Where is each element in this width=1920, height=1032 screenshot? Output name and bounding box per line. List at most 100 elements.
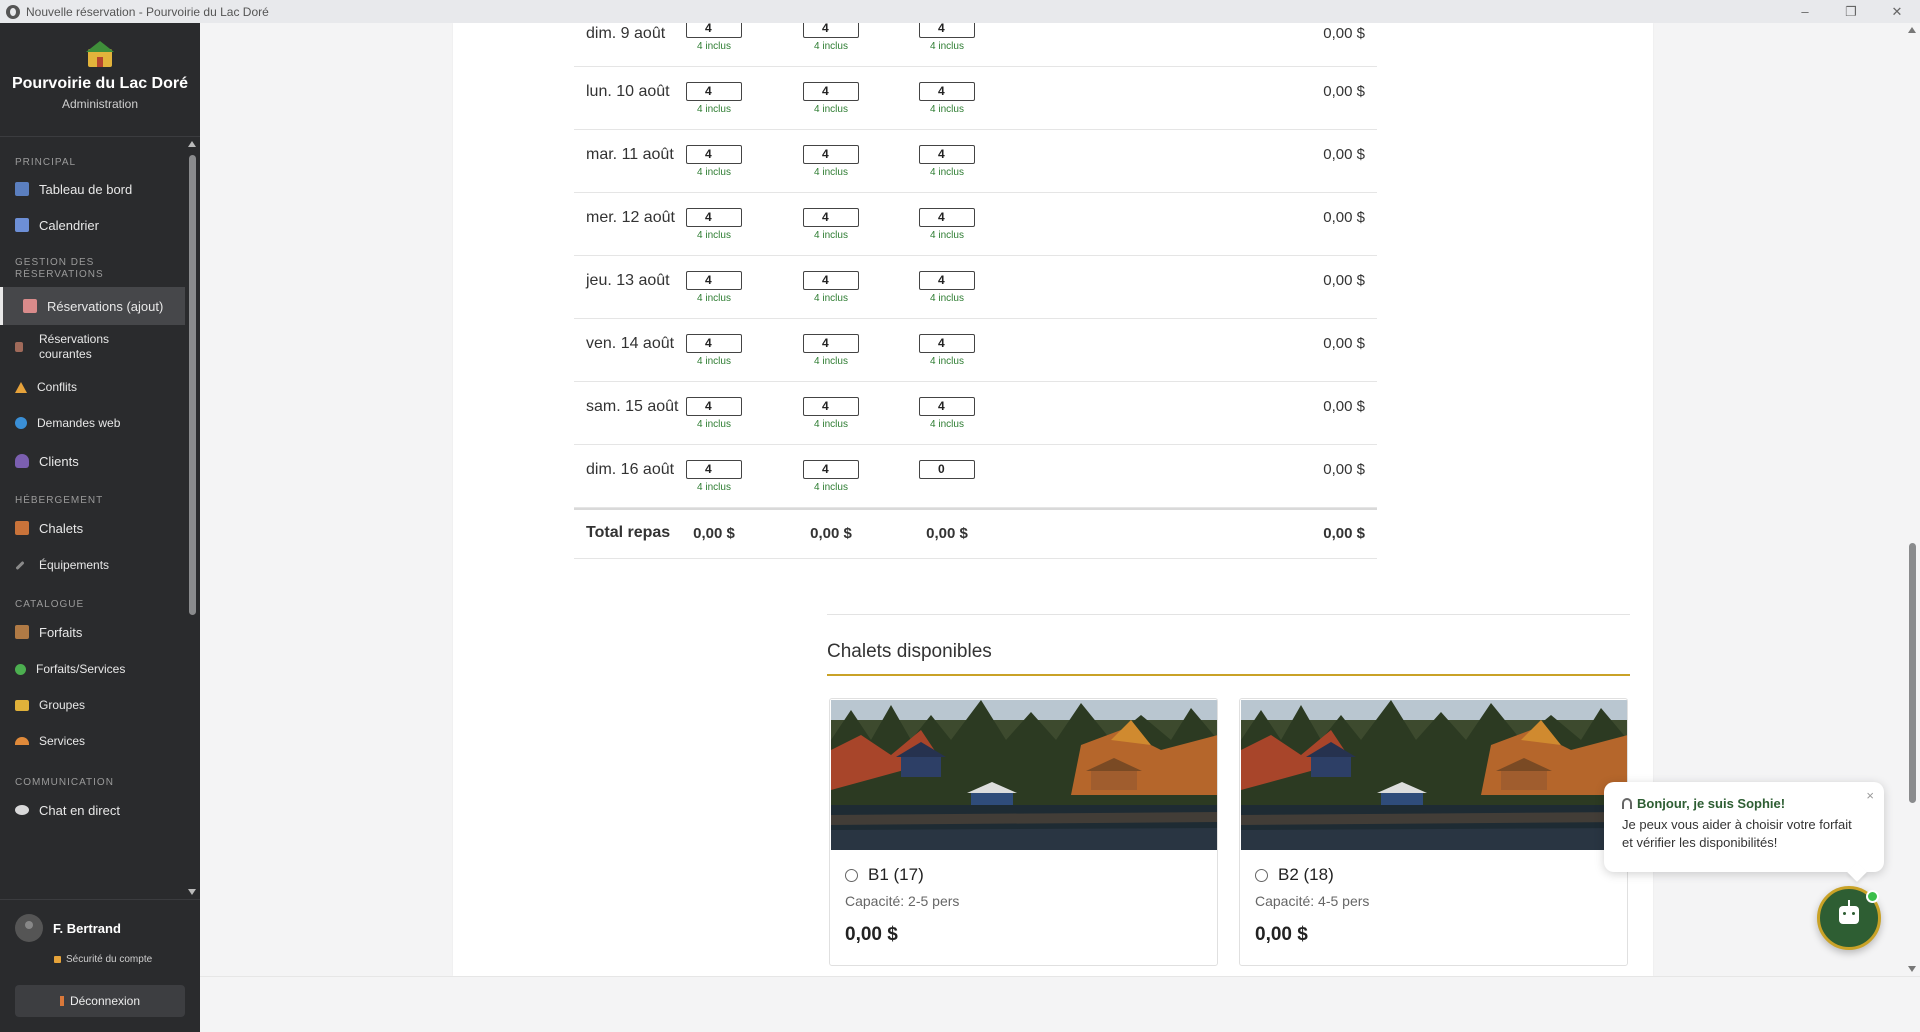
meal-count-input[interactable]: 4 <box>803 334 859 353</box>
meal-date: mer. 12 août <box>586 209 675 226</box>
online-status-dot <box>1866 890 1879 903</box>
logout-button[interactable]: Déconnexion <box>15 985 185 1017</box>
lock-icon <box>54 956 61 963</box>
meal-count-input[interactable]: 4 <box>686 334 742 353</box>
close-window-button[interactable]: ✕ <box>1874 0 1920 23</box>
meal-amount: 0,00 $ <box>1323 335 1365 352</box>
meal-count-input[interactable]: 4 <box>686 23 742 38</box>
included-note: 4 inclus <box>814 41 848 52</box>
sidebar-item-live-chat[interactable]: Chat en direct <box>0 791 185 829</box>
sidebar-item-dashboard[interactable]: Tableau de bord <box>0 171 185 207</box>
restore-button[interactable]: ❐ <box>1828 0 1874 23</box>
chat-greeting-bubble[interactable]: × Bonjour, je suis Sophie! Je peux vous … <box>1604 782 1884 882</box>
sidebar-item-reservations-add[interactable]: Réservations (ajout) <box>0 287 185 325</box>
scroll-down-icon[interactable] <box>1908 966 1916 972</box>
account-security-link[interactable]: Sécurité du compte <box>0 942 200 965</box>
meal-count-input[interactable]: 4 <box>919 208 975 227</box>
meal-amount: 0,00 $ <box>1323 83 1365 100</box>
chalet-card-b1[interactable]: B1 (17) Capacité: 2-5 pers 0,00 $ <box>829 698 1218 966</box>
sidebar-item-clients[interactable]: Clients <box>0 441 185 481</box>
meal-count-input[interactable]: 4 <box>686 208 742 227</box>
chalet-radio[interactable] <box>845 868 858 882</box>
meal-count-cell: 4 4 inclus <box>919 208 975 241</box>
included-note: 4 inclus <box>930 104 964 115</box>
meal-count-input[interactable]: 4 <box>803 271 859 290</box>
total-label: Total repas <box>586 524 671 541</box>
section-hebergement: HÉBERGEMENT <box>15 495 104 506</box>
meal-count-input[interactable]: 4 <box>919 82 975 101</box>
headset-icon <box>1622 798 1632 809</box>
sidebar-item-label: Forfaits <box>39 624 83 640</box>
sidebar-item-conflicts[interactable]: Conflits <box>0 369 185 405</box>
meal-date: lun. 10 août <box>586 83 670 100</box>
close-icon[interactable]: × <box>1866 788 1874 803</box>
chat-greeting-text: Bonjour, je suis Sophie! <box>1637 796 1786 811</box>
chat-greeting: Bonjour, je suis Sophie! <box>1622 796 1866 811</box>
avatar <box>15 914 43 942</box>
sidebar-item-packages[interactable]: Forfaits <box>0 613 185 651</box>
meal-count-input[interactable]: 4 <box>919 271 975 290</box>
included-note: 4 inclus <box>930 230 964 241</box>
sidebar-item-groups[interactable]: Groupes <box>0 687 185 723</box>
chalets-section-title: Chalets disponibles <box>827 641 992 662</box>
sidebar-nav: PRINCIPAL Tableau de bord Calendrier GES… <box>0 137 185 899</box>
meal-count-input[interactable]: 4 <box>686 82 742 101</box>
puzzle-icon <box>15 663 26 675</box>
sidebar-item-label: Chat en direct <box>39 802 120 818</box>
meal-count-input[interactable]: 4 <box>686 460 742 479</box>
meal-count-input[interactable]: 4 <box>803 460 859 479</box>
meal-count-input[interactable]: 4 <box>803 145 859 164</box>
chalet-select-row[interactable]: B2 (18) <box>1255 865 1334 885</box>
service-bell-icon <box>15 737 29 745</box>
chalet-select-row[interactable]: B1 (17) <box>845 865 924 885</box>
sidebar-scroll-thumb[interactable] <box>189 155 196 615</box>
meal-count-cell: 4 4 inclus <box>686 82 742 115</box>
meal-count-input[interactable]: 4 <box>803 82 859 101</box>
sidebar-item-equipment[interactable]: Équipements <box>0 547 185 583</box>
meal-count-input[interactable]: 0 <box>919 460 975 479</box>
content-scrollbar[interactable] <box>1905 23 1920 976</box>
total-amount: 0,00 $ <box>1323 525 1365 542</box>
meal-count-input[interactable]: 4 <box>686 397 742 416</box>
meal-count-input[interactable]: 4 <box>803 23 859 38</box>
chalet-photo <box>831 700 1217 850</box>
section-divider <box>827 614 1630 615</box>
meal-count-input[interactable]: 4 <box>686 271 742 290</box>
meal-amount: 0,00 $ <box>1323 209 1365 226</box>
meal-date: jeu. 13 août <box>586 272 670 289</box>
sidebar-item-label: Réservations courantes <box>39 332 110 361</box>
sidebar-item-web-requests[interactable]: Demandes web <box>0 405 185 441</box>
meal-count-input[interactable]: 4 <box>803 397 859 416</box>
included-note: 4 inclus <box>814 356 848 367</box>
scroll-up-icon[interactable] <box>1908 27 1916 33</box>
sidebar-item-chalets[interactable]: Chalets <box>0 509 185 547</box>
meal-count-input[interactable]: 4 <box>686 145 742 164</box>
included-note: 4 inclus <box>930 356 964 367</box>
scroll-down-icon[interactable] <box>188 889 196 895</box>
total-value: 0,00 $ <box>693 525 735 542</box>
scroll-up-icon[interactable] <box>188 141 196 147</box>
meal-count-input[interactable]: 4 <box>803 208 859 227</box>
included-note: 4 inclus <box>697 104 731 115</box>
included-note: 4 inclus <box>814 482 848 493</box>
sidebar-scrollbar[interactable] <box>185 137 200 899</box>
content-scroll-thumb[interactable] <box>1909 543 1916 803</box>
included-note: 4 inclus <box>697 293 731 304</box>
user-name: F. Bertrand <box>53 920 121 936</box>
chalet-price: 0,00 $ <box>1255 924 1308 945</box>
sidebar-item-reservations-current[interactable]: Réservations courantes <box>0 325 185 369</box>
meal-count-cell: 4 4 inclus <box>803 82 859 115</box>
meal-count-cell: 4 4 inclus <box>919 82 975 115</box>
sidebar-item-services[interactable]: Services <box>0 723 185 759</box>
meal-count-input[interactable]: 4 <box>919 145 975 164</box>
meal-count-input[interactable]: 4 <box>919 23 975 38</box>
minimize-button[interactable]: – <box>1782 0 1828 23</box>
chat-assistant-button[interactable] <box>1817 886 1881 950</box>
sidebar-item-calendar[interactable]: Calendrier <box>0 207 185 243</box>
sidebar-item-packages-services[interactable]: Forfaits/Services <box>0 651 185 687</box>
chalet-card-b2[interactable]: B2 (18) Capacité: 4-5 pers 0,00 $ <box>1239 698 1628 966</box>
sidebar-item-label: Clients <box>39 453 79 469</box>
meal-count-input[interactable]: 4 <box>919 397 975 416</box>
meal-count-input[interactable]: 4 <box>919 334 975 353</box>
chalet-radio[interactable] <box>1255 868 1268 882</box>
